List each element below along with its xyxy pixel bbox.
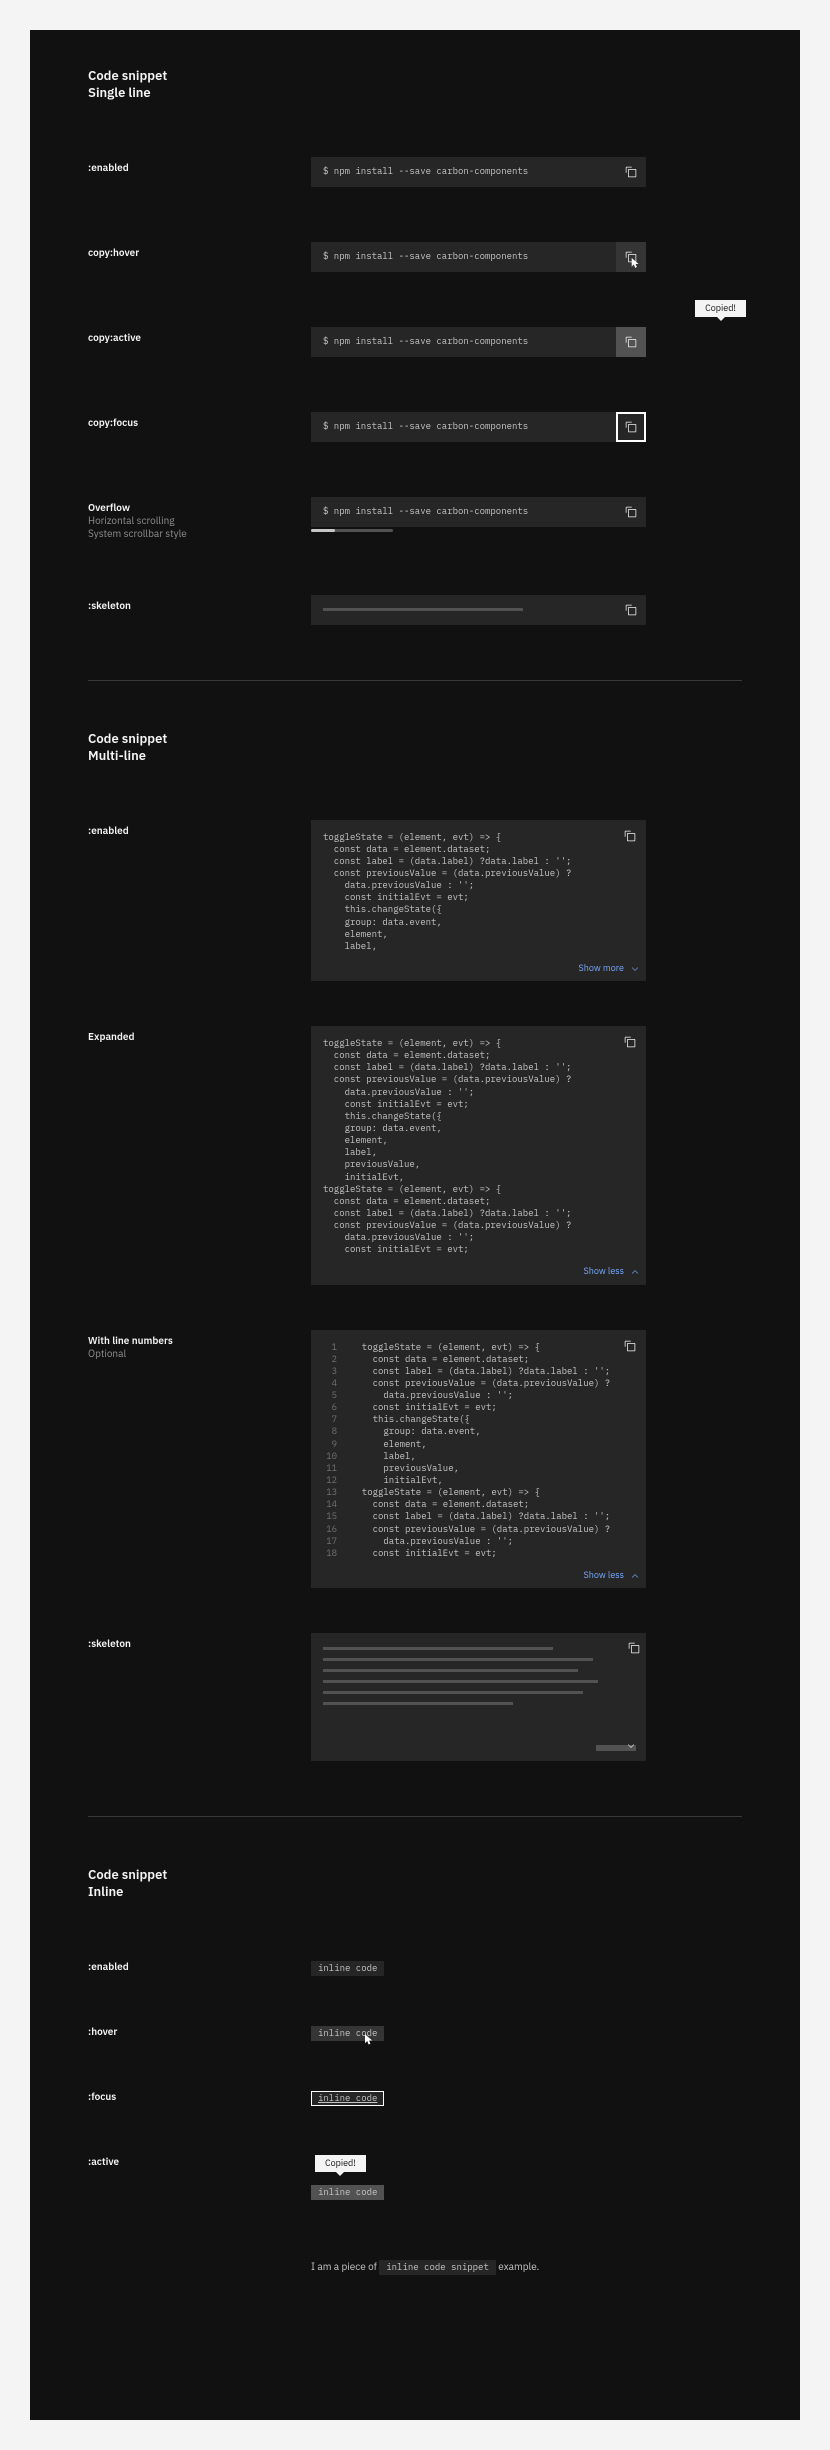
state-label-hover: :hover (88, 2021, 311, 2038)
state-label-skeleton: :skeleton (88, 595, 311, 612)
scrollbar[interactable] (311, 529, 393, 532)
snippet-code: $ npm install --save carbon-components (311, 336, 528, 347)
copy-button[interactable] (620, 826, 640, 846)
inline-snippet-enabled[interactable]: inline code (311, 1961, 384, 1976)
section-title-multi: Code snippet Multi-line (88, 731, 742, 765)
inline-snippet-in-text[interactable]: inline code snippet (379, 2260, 496, 2275)
skeleton-bar (323, 1691, 583, 1694)
single-snippet-hover: $ npm install --save carbon-components (311, 242, 646, 272)
snippet-code: toggleState = (element, evt) => { const … (351, 1342, 610, 1559)
state-label-skeleton: :skeleton (88, 1633, 311, 1650)
copy-icon (628, 1642, 640, 1654)
copy-button[interactable] (620, 1032, 640, 1052)
copy-icon (624, 1036, 636, 1048)
skeleton-bar (323, 608, 523, 611)
section-title-single: Code snippet Single line (88, 68, 742, 102)
line-numbers: 1 2 3 4 5 6 7 8 9 10 11 12 13 14 15 16 1… (321, 1342, 337, 1561)
single-snippet-active: $ npm install --save carbon-components (311, 327, 646, 357)
copied-tooltip: Copied! (695, 300, 746, 317)
snippet-code: toggleState = (element, evt) => { const … (323, 1038, 571, 1255)
snippet-code: $ npm install --save carbon-components (311, 251, 528, 262)
state-label-active: copy:active (88, 327, 311, 344)
copy-button[interactable] (620, 1336, 640, 1356)
single-snippet-enabled: $ npm install --save carbon-components (311, 157, 646, 187)
state-label-focus: :focus (88, 2086, 311, 2103)
copy-icon (625, 166, 637, 178)
state-label-enabled: :enabled (88, 1956, 311, 1973)
copy-icon (624, 830, 636, 842)
inline-snippet-active[interactable]: inline code (311, 2185, 384, 2200)
snippet-code: $ npm install --save carbon-components (311, 421, 528, 432)
copy-icon (625, 421, 637, 433)
show-less-button[interactable]: Show less (584, 1266, 640, 1278)
snippet-code: $ npm install --save carbon-components (311, 506, 528, 517)
state-label-linenum: With line numbers Optional (88, 1330, 311, 1360)
state-label-hover: copy:hover (88, 242, 311, 259)
skeleton-bar (323, 1647, 553, 1650)
skeleton-bar (323, 1658, 593, 1661)
copy-icon (625, 336, 637, 348)
single-snippet-focus: $ npm install --save carbon-components (311, 412, 646, 442)
show-more-button[interactable]: Show more (579, 963, 640, 975)
state-label-expanded: Expanded (88, 1026, 311, 1043)
snippet-code: toggleState = (element, evt) => { const … (323, 832, 571, 952)
state-label-active: :active (88, 2151, 311, 2168)
copy-button[interactable] (616, 497, 646, 527)
skeleton-bar (323, 1680, 598, 1683)
copy-icon (624, 1340, 636, 1352)
multi-snippet-skeleton (311, 1633, 646, 1761)
chevron-up-icon (630, 1571, 640, 1581)
snippet-code: $ npm install --save carbon-components (311, 166, 528, 177)
multi-snippet-linenum: 1 2 3 4 5 6 7 8 9 10 11 12 13 14 15 16 1… (311, 1330, 646, 1589)
copy-button[interactable] (616, 327, 646, 357)
state-label-focus: copy:focus (88, 412, 311, 429)
inline-example-sentence: I am a piece of inline code snippet exam… (311, 2260, 539, 2273)
copy-button[interactable] (616, 157, 646, 187)
title-line1: Code snippet (88, 67, 167, 84)
divider (88, 1816, 742, 1817)
copy-button[interactable] (616, 595, 646, 625)
cursor-icon (630, 258, 642, 270)
state-label-enabled: :enabled (88, 157, 311, 174)
copy-button[interactable] (616, 242, 646, 272)
cursor-icon (365, 2034, 374, 2047)
chevron-up-icon (630, 1267, 640, 1277)
inline-snippet-hover[interactable]: inline code (311, 2026, 384, 2041)
multi-snippet-enabled: toggleState = (element, evt) => { const … (311, 820, 646, 981)
state-label-overflow: Overflow Horizontal scrolling System scr… (88, 497, 311, 540)
divider (88, 680, 742, 681)
chevron-down-icon (624, 1739, 638, 1753)
skeleton-bar (323, 1669, 578, 1672)
copy-button[interactable] (616, 412, 646, 442)
state-label-enabled: :enabled (88, 820, 311, 837)
copy-icon (625, 506, 637, 518)
title-line2: Single line (88, 85, 742, 102)
copy-button[interactable] (628, 1639, 640, 1659)
section-title-inline: Code snippet Inline (88, 1867, 742, 1901)
spec-page: Code snippet Single line :enabled $ npm … (30, 30, 800, 2420)
copy-icon (625, 604, 637, 616)
single-snippet-overflow[interactable]: $ npm install --save carbon-components (311, 497, 646, 527)
chevron-down-icon (630, 964, 640, 974)
multi-snippet-expanded: toggleState = (element, evt) => { const … (311, 1026, 646, 1285)
show-less-button[interactable]: Show less (584, 1570, 640, 1582)
single-snippet-skeleton (311, 595, 646, 625)
skeleton-bar (323, 1702, 513, 1705)
inline-snippet-focus[interactable]: inline code (311, 2091, 384, 2106)
copied-tooltip: Copied! (315, 2155, 366, 2172)
